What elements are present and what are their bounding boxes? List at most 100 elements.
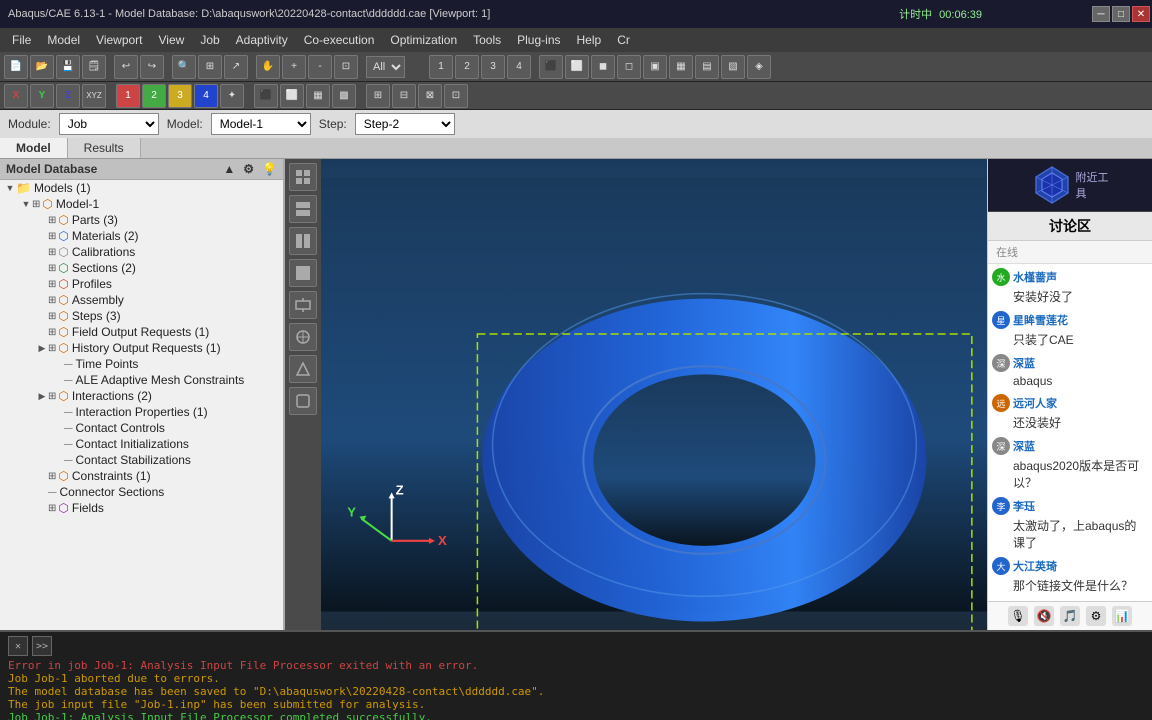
menu-job[interactable]: Job: [192, 33, 227, 47]
zoom-in-button[interactable]: +: [282, 55, 306, 79]
side-toolbar-1[interactable]: ⊞: [366, 84, 390, 108]
chart-button[interactable]: 📊: [1112, 606, 1132, 626]
axis-z[interactable]: Z: [56, 84, 80, 108]
new-button[interactable]: 📄: [4, 55, 28, 79]
num2-btn[interactable]: 2: [142, 84, 166, 108]
tree-item-model1[interactable]: ▼ ⊞ ⬡ Model-1: [0, 196, 283, 212]
tree-item-steps[interactable]: ⊞ ⬡ Steps (3): [0, 308, 283, 324]
all-select[interactable]: All: [366, 56, 405, 78]
tree-item-interactions[interactable]: ▶ ⊞ ⬡ Interactions (2): [0, 388, 283, 404]
tree-item-field-output[interactable]: ⊞ ⬡ Field Output Requests (1): [0, 324, 283, 340]
close-button[interactable]: ✕: [1132, 6, 1150, 22]
3d-viewport[interactable]: Z Y X: [321, 159, 987, 630]
settings-button[interactable]: ⚙: [1086, 606, 1106, 626]
tab-model[interactable]: Model: [0, 138, 68, 158]
menu-help[interactable]: Help: [569, 33, 610, 47]
console-expand-button[interactable]: >>: [32, 636, 52, 656]
menu-adaptivity[interactable]: Adaptivity: [228, 33, 296, 47]
tree-item-contact-controls[interactable]: ─ Contact Controls: [0, 420, 283, 436]
side-toolbar-2[interactable]: ⊟: [392, 84, 416, 108]
display-3[interactable]: ◼: [591, 55, 615, 79]
display-5[interactable]: ▣: [643, 55, 667, 79]
display-9[interactable]: ◈: [747, 55, 771, 79]
save-copy-button[interactable]: 🗒: [82, 55, 106, 79]
pan-button[interactable]: ✋: [256, 55, 280, 79]
view-4[interactable]: 4: [507, 55, 531, 79]
menu-coexecution[interactable]: Co-execution: [296, 33, 383, 47]
num3-btn[interactable]: 3: [168, 84, 192, 108]
tree-item-interaction-props[interactable]: ─ Interaction Properties (1): [0, 404, 283, 420]
tree-item-contact-stab[interactable]: ─ Contact Stabilizations: [0, 452, 283, 468]
mesh-4[interactable]: ▩: [332, 84, 356, 108]
step-select[interactable]: Step-2: [355, 113, 455, 135]
tree-item-models[interactable]: ▼ 📁 Models (1): [0, 180, 283, 196]
rotate-button[interactable]: ↗: [224, 55, 248, 79]
tree-item-materials[interactable]: ⊞ ⬡ Materials (2): [0, 228, 283, 244]
tab-results[interactable]: Results: [68, 138, 141, 158]
menu-optimization[interactable]: Optimization: [382, 33, 465, 47]
tree-item-history-output[interactable]: ▶ ⊞ ⬡ History Output Requests (1): [0, 340, 283, 356]
mute-button[interactable]: 🔇: [1034, 606, 1054, 626]
vp-side-btn8[interactable]: [289, 387, 317, 415]
axis-y[interactable]: Y: [30, 84, 54, 108]
tree-item-ale[interactable]: ─ ALE Adaptive Mesh Constraints: [0, 372, 283, 388]
tree-item-constraints[interactable]: ⊞ ⬡ Constraints (1): [0, 468, 283, 484]
zoom-button[interactable]: 🔍: [172, 55, 196, 79]
vp-side-btn3[interactable]: [289, 227, 317, 255]
tree-filter-icon[interactable]: ⚙: [243, 162, 254, 176]
music-button[interactable]: 🎵: [1060, 606, 1080, 626]
side-toolbar-3[interactable]: ⊠: [418, 84, 442, 108]
menu-cr[interactable]: Cr: [609, 33, 638, 47]
display-2[interactable]: ⬜: [565, 55, 589, 79]
view-1[interactable]: 1: [429, 55, 453, 79]
tree-item-parts[interactable]: ⊞ ⬡ Parts (3): [0, 212, 283, 228]
vp-side-btn4[interactable]: [289, 259, 317, 287]
vp-side-btn1[interactable]: [289, 163, 317, 191]
undo-button[interactable]: ↩: [114, 55, 138, 79]
menu-file[interactable]: File: [4, 33, 39, 47]
vp-side-btn7[interactable]: [289, 355, 317, 383]
vp-side-btn2[interactable]: [289, 195, 317, 223]
menu-tools[interactable]: Tools: [465, 33, 509, 47]
zoom-out-button[interactable]: -: [308, 55, 332, 79]
display-4[interactable]: ◻: [617, 55, 641, 79]
axis-all[interactable]: XYZ: [82, 84, 106, 108]
save-button[interactable]: 💾: [56, 55, 80, 79]
tree-item-calibrations[interactable]: ⊞ ⬡ Calibrations: [0, 244, 283, 260]
tree-item-sections[interactable]: ⊞ ⬡ Sections (2): [0, 260, 283, 276]
tree-item-connector-sections[interactable]: ─ Connector Sections: [0, 484, 283, 500]
axis-x[interactable]: X: [4, 84, 28, 108]
vp-side-btn5[interactable]: [289, 291, 317, 319]
tree-item-fields[interactable]: ⊞ ⬡ Fields: [0, 500, 283, 516]
tree-item-time-points[interactable]: ─ Time Points: [0, 356, 283, 372]
tree-item-assembly[interactable]: ⊞ ⬡ Assembly: [0, 292, 283, 308]
console-clear-button[interactable]: ✕: [8, 636, 28, 656]
display-8[interactable]: ▧: [721, 55, 745, 79]
select-button[interactable]: ⊞: [198, 55, 222, 79]
num1-btn[interactable]: 1: [116, 84, 140, 108]
module-select[interactable]: Job: [59, 113, 159, 135]
tree-up-icon[interactable]: ▲: [223, 162, 235, 176]
num4-btn[interactable]: 4: [194, 84, 218, 108]
menu-view[interactable]: View: [151, 33, 193, 47]
vp-side-btn6[interactable]: [289, 323, 317, 351]
mesh-3[interactable]: ▦: [306, 84, 330, 108]
menu-viewport[interactable]: Viewport: [88, 33, 150, 47]
tree-item-contact-init[interactable]: ─ Contact Initializations: [0, 436, 283, 452]
view-2[interactable]: 2: [455, 55, 479, 79]
model-select[interactable]: Model-1: [211, 113, 311, 135]
view-3[interactable]: 3: [481, 55, 505, 79]
mesh-1[interactable]: ⬛: [254, 84, 278, 108]
menu-model[interactable]: Model: [39, 33, 88, 47]
tree-item-profiles[interactable]: ⊞ ⬡ Profiles: [0, 276, 283, 292]
redo-button[interactable]: ↪: [140, 55, 164, 79]
display-1[interactable]: ⬛: [539, 55, 563, 79]
display-6[interactable]: ▦: [669, 55, 693, 79]
star-btn[interactable]: ✦: [220, 84, 244, 108]
minimize-button[interactable]: ─: [1092, 6, 1110, 22]
fit-button[interactable]: ⊡: [334, 55, 358, 79]
tree-expand-icon[interactable]: 💡: [262, 162, 277, 176]
mic-button[interactable]: 🎙: [1008, 606, 1028, 626]
mesh-2[interactable]: ⬜: [280, 84, 304, 108]
open-button[interactable]: 📂: [30, 55, 54, 79]
